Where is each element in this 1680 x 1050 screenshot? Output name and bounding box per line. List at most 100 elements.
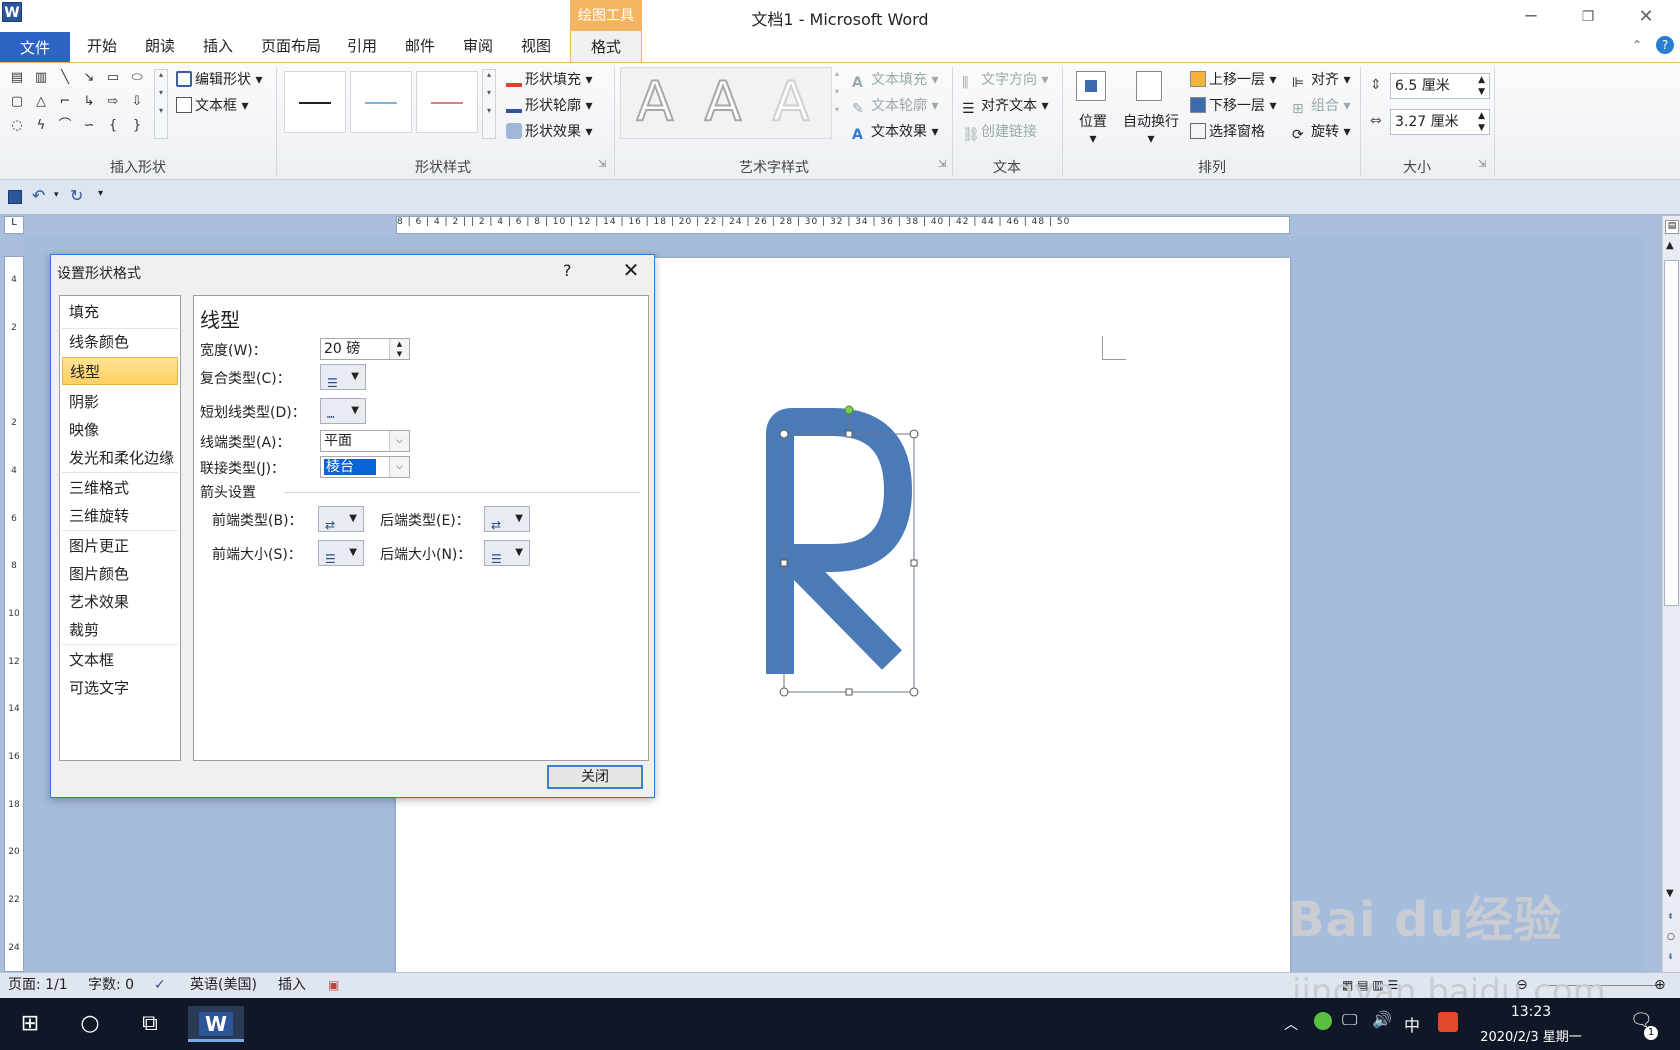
lightning-shape-icon[interactable]: ϟ — [32, 117, 50, 135]
resize-handle[interactable] — [909, 687, 919, 697]
cortana-search-icon[interactable]: ○ — [68, 1006, 112, 1042]
down-arrow-shape-icon[interactable]: ⇩ — [128, 93, 146, 111]
task-view-icon[interactable]: ⧉ — [128, 1006, 172, 1042]
shape-effects-button[interactable]: 形状效果 ▾ — [506, 121, 592, 141]
nav-line-color[interactable]: 线条颜色 — [62, 328, 178, 356]
clock-time[interactable]: 13:23 — [1476, 1004, 1586, 1020]
network-icon[interactable]: 🖵 — [1342, 1010, 1357, 1030]
vertical-scrollbar[interactable]: ▤ ▲ ▼ ⇞ ○ ⇟ — [1662, 216, 1680, 972]
nav-artistic-effects[interactable]: 艺术效果 — [62, 588, 178, 616]
textbox-button[interactable]: 文本框 ▾ — [176, 95, 248, 115]
edit-shape-button[interactable]: 编辑形状 ▾ — [176, 69, 262, 89]
shape-height-input[interactable]: 6.5 厘米 ▲ ▼ — [1390, 73, 1490, 99]
line-width-spinner[interactable]: ▲ ▼ — [389, 339, 409, 359]
oval-shape-icon[interactable]: ⬭ — [128, 69, 146, 87]
cap-type-chevron-down-icon[interactable]: ⌵ — [389, 431, 409, 451]
macro-record-icon[interactable]: ▣ — [328, 973, 339, 997]
line-shape-icon[interactable]: ╲ — [56, 69, 74, 87]
align-text-button[interactable]: ☰ 对齐文本 ▾ — [962, 95, 1048, 117]
nav-3d-rotation[interactable]: 三维旋转 — [62, 502, 178, 530]
resize-handle[interactable] — [910, 559, 918, 567]
dialog-launcher-icon[interactable]: ⇲ — [938, 159, 946, 170]
tab-view[interactable]: 视图 — [514, 30, 558, 62]
resize-handle[interactable] — [909, 429, 919, 439]
nav-fill[interactable]: 填充 — [62, 298, 178, 326]
shape-width-input[interactable]: 3.27 厘米 ▲ ▼ — [1390, 109, 1490, 135]
textbox-shape-icon[interactable]: ▤ — [8, 69, 26, 87]
restore-button[interactable]: ❐ — [1568, 4, 1608, 30]
proofing-icon[interactable]: ✓ — [154, 973, 166, 997]
nav-text-box[interactable]: 文本框 — [62, 646, 178, 674]
shape-style-1[interactable] — [284, 71, 346, 133]
resize-handle[interactable] — [780, 559, 788, 567]
nav-line-style[interactable]: 线型 — [62, 357, 178, 385]
minimize-button[interactable]: ─ — [1511, 4, 1551, 30]
volume-icon[interactable]: 🔊 — [1372, 1010, 1392, 1029]
resize-handle[interactable] — [779, 687, 789, 697]
windows-start-icon[interactable]: ⊞ — [8, 1006, 52, 1042]
nav-picture-color[interactable]: 图片颜色 — [62, 560, 178, 588]
sogou-ime-icon[interactable] — [1438, 1012, 1458, 1032]
triangle-shape-icon[interactable]: △ — [32, 93, 50, 111]
tab-home[interactable]: 开始 — [80, 30, 124, 62]
text-direction-button[interactable]: ⫼ 文字方向 ▾ — [962, 69, 1048, 91]
join-type-chevron-down-icon[interactable]: ⌵ — [389, 457, 409, 477]
text-outline-button[interactable]: ✎ 文本轮廓 ▾ — [852, 95, 938, 117]
tab-file[interactable]: 文件 — [0, 32, 70, 62]
end-type-dropdown[interactable]: ⇄ ▼ — [484, 506, 530, 532]
wordart-style-3[interactable]: A — [760, 70, 822, 134]
help-icon[interactable]: ? — [1656, 36, 1674, 54]
nav-reflection[interactable]: 映像 — [62, 416, 178, 444]
browse-object-icon[interactable]: ○ — [1667, 932, 1675, 942]
begin-type-dropdown[interactable]: ⇄ ▼ — [318, 506, 364, 532]
tray-expand-icon[interactable]: ︿ — [1284, 1014, 1298, 1034]
join-type-select[interactable]: 棱台 ⌵ — [320, 456, 410, 478]
nav-shadow[interactable]: 阴影 — [62, 388, 178, 416]
scroll-thumb[interactable] — [1664, 260, 1679, 606]
wordart-gallery-scroll[interactable]: ▴ ▾ ▾ — [830, 69, 844, 139]
wordart-style-1[interactable]: A — [624, 70, 686, 134]
left-brace-shape-icon[interactable]: { — [104, 117, 122, 135]
nav-glow-soft-edges[interactable]: 发光和柔化边缘 — [62, 444, 178, 472]
line-width-input[interactable]: 20 磅 ▲ ▼ — [320, 338, 410, 360]
tab-page-layout[interactable]: 页面布局 — [256, 30, 326, 62]
shape-fill-button[interactable]: 形状填充 ▾ — [506, 69, 592, 89]
rotation-handle[interactable] — [844, 405, 854, 415]
vtextbox-shape-icon[interactable]: ▥ — [32, 69, 50, 87]
freeform-shape-icon[interactable]: ◌ — [8, 117, 26, 135]
resize-handle[interactable] — [779, 429, 789, 439]
shape-style-2[interactable] — [350, 71, 412, 133]
align-button[interactable]: ⊫ 对齐 ▾ — [1292, 69, 1350, 91]
text-fill-button[interactable]: A 文本填充 ▾ — [852, 69, 938, 91]
wrap-text-button[interactable]: 自动换行 ▾ — [1118, 111, 1184, 147]
scroll-up-icon[interactable]: ▲ — [1666, 240, 1674, 251]
curve-shape-icon[interactable]: ∽ — [80, 117, 98, 135]
dialog-close-icon[interactable]: ✕ — [613, 257, 649, 283]
tab-review[interactable]: 审阅 — [456, 30, 500, 62]
undo-icon[interactable]: ↶ — [32, 186, 45, 205]
next-page-icon[interactable]: ⇟ — [1667, 952, 1674, 961]
ime-indicator[interactable]: 中 — [1404, 1012, 1420, 1036]
tab-mailings[interactable]: 邮件 — [398, 30, 442, 62]
rotate-button[interactable]: ⟳ 旋转 ▾ — [1292, 121, 1350, 143]
nav-picture-corrections[interactable]: 图片更正 — [62, 532, 178, 560]
dash-type-dropdown[interactable]: ┉ ▼ — [320, 398, 366, 424]
collapse-ribbon-icon[interactable]: ⌃ — [1632, 38, 1642, 52]
language-indicator[interactable]: 英语(美国) — [190, 973, 257, 997]
tab-format[interactable]: 格式 — [570, 30, 642, 63]
dialog-close-button[interactable]: 关闭 — [547, 765, 643, 789]
bring-forward-button[interactable]: 上移一层 ▾ — [1190, 69, 1276, 89]
previous-page-icon[interactable]: ⇞ — [1667, 912, 1674, 921]
tab-read[interactable]: 朗读 — [138, 30, 182, 62]
r-shape-stroke[interactable] — [766, 408, 912, 674]
cap-type-select[interactable]: 平面 ⌵ — [320, 430, 410, 452]
height-spinner[interactable]: ▲ ▼ — [1478, 74, 1485, 98]
tab-references[interactable]: 引用 — [340, 30, 384, 62]
selection-pane-button[interactable]: 选择窗格 — [1190, 121, 1265, 141]
dialog-launcher-icon[interactable]: ⇲ — [598, 159, 606, 170]
position-button[interactable]: 位置 ▾ — [1076, 111, 1110, 147]
end-size-dropdown[interactable]: ☰ ▼ — [484, 540, 530, 566]
right-brace-shape-icon[interactable]: } — [128, 117, 146, 135]
dialog-help-button[interactable]: ? — [563, 261, 572, 280]
begin-size-dropdown[interactable]: ☰ ▼ — [318, 540, 364, 566]
